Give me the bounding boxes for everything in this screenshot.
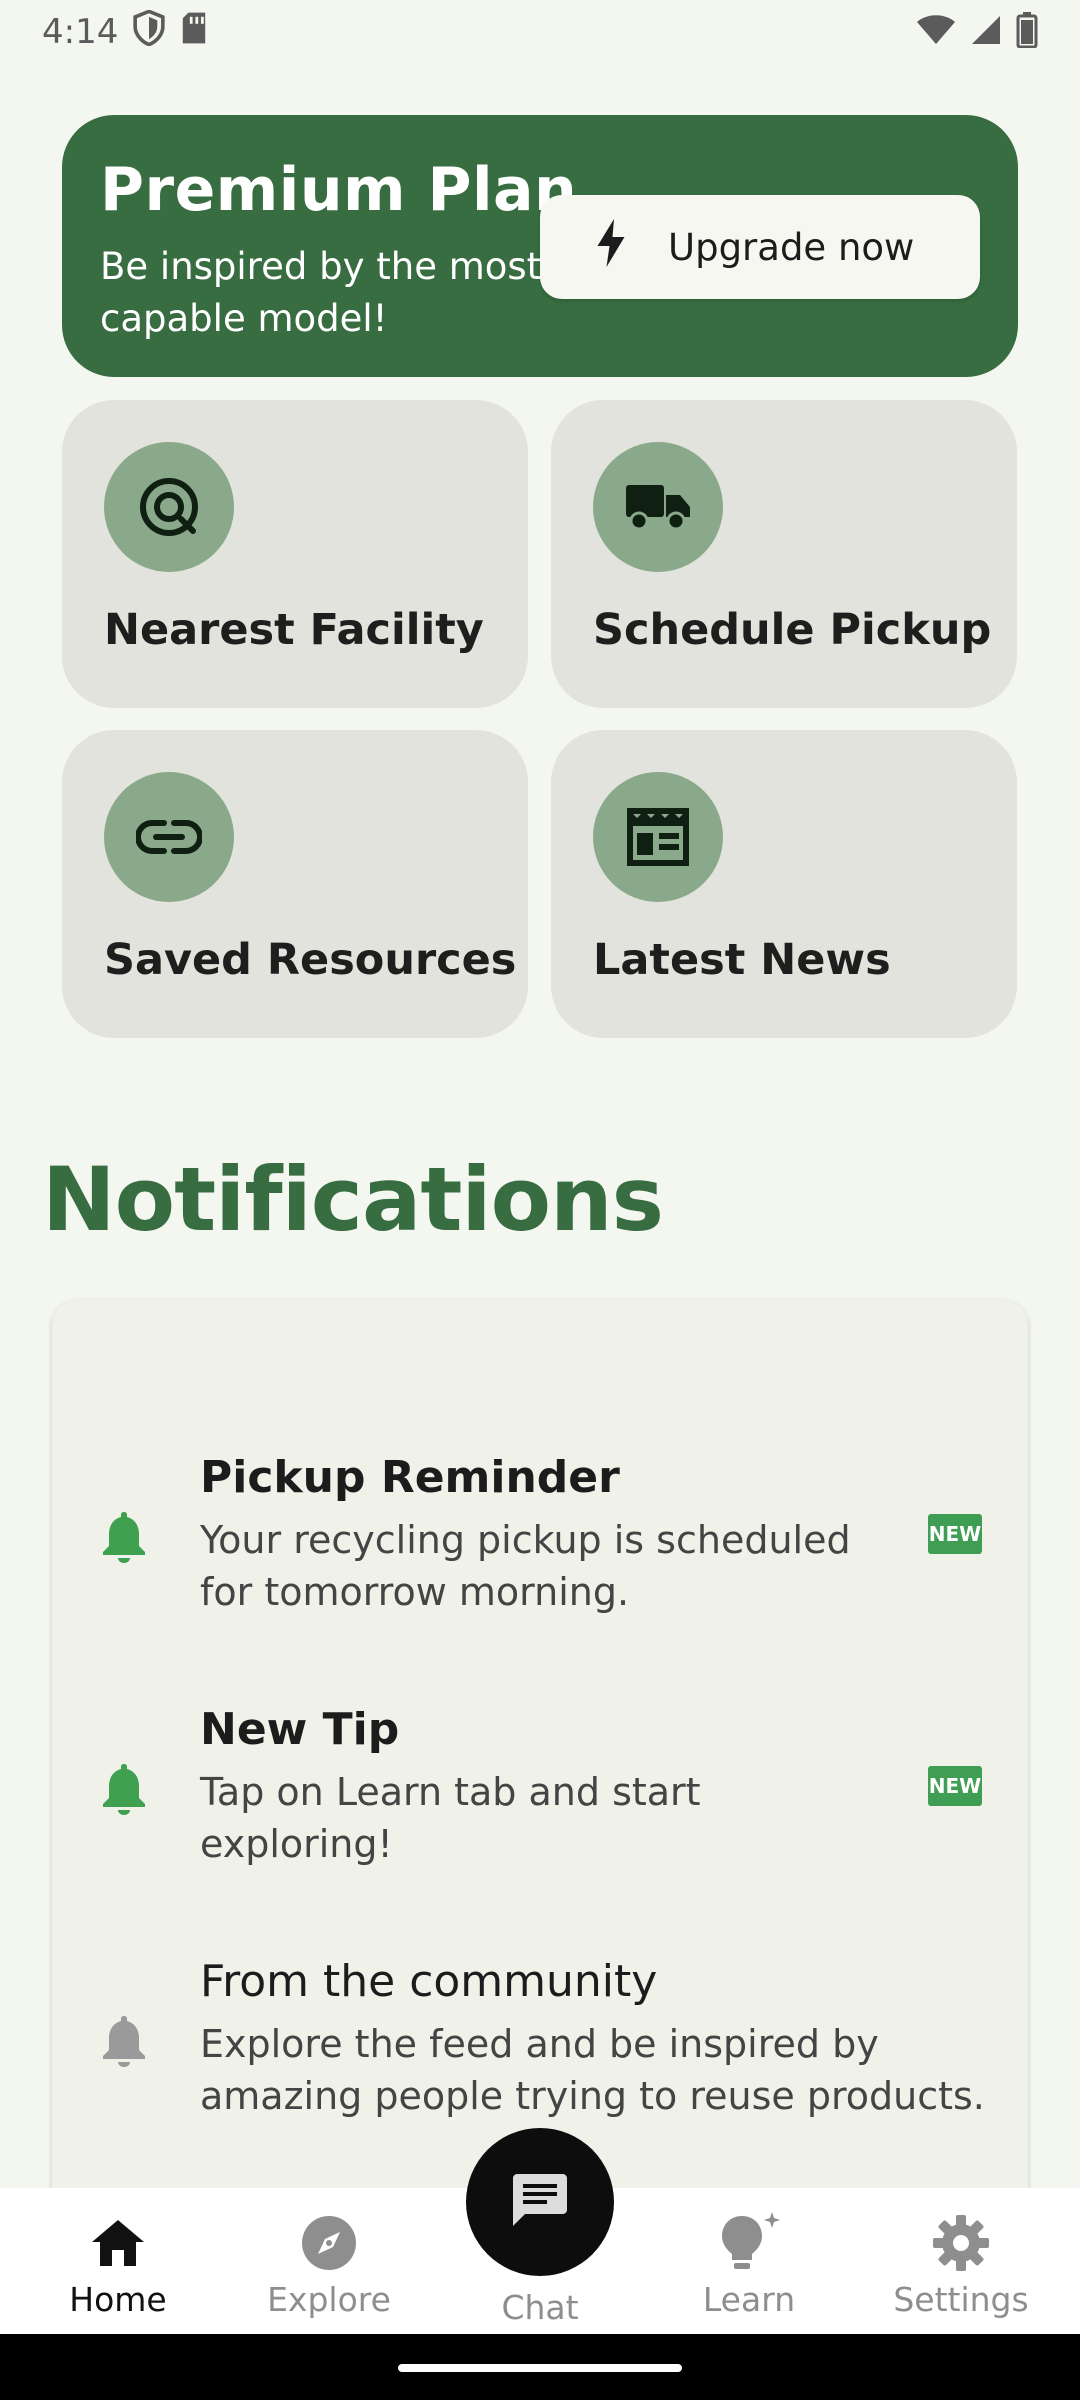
- new-badge: NEW: [928, 1514, 982, 1554]
- tile-label: Nearest Facility: [104, 605, 484, 655]
- nav-explore[interactable]: Explore: [221, 2188, 437, 2334]
- bell-icon: [100, 1510, 148, 1568]
- upgrade-now-label: Upgrade now: [668, 225, 915, 269]
- notification-item[interactable]: New Tip Tap on Learn tab and start explo…: [52, 1704, 1028, 1904]
- newspaper-icon: [593, 772, 723, 902]
- notification-body: Tap on Learn tab and start exploring!: [200, 1770, 701, 1866]
- tile-label: Schedule Pickup: [593, 605, 992, 655]
- status-time: 4:14: [42, 12, 119, 52]
- nav-label: Learn: [702, 2280, 796, 2319]
- notification-body: Explore the feed and be inspired by amaz…: [200, 2022, 985, 2118]
- nav-settings[interactable]: Settings: [853, 2188, 1069, 2334]
- nav-home[interactable]: Home: [10, 2188, 226, 2334]
- premium-banner: Premium Plan Be inspired by the most-cap…: [62, 115, 1018, 377]
- tile-saved-resources[interactable]: Saved Resources: [62, 730, 528, 1038]
- home-gesture-handle[interactable]: [398, 2364, 682, 2372]
- chat-icon: [511, 2172, 569, 2232]
- nav-label: Settings: [893, 2280, 1029, 2319]
- new-badge: NEW: [928, 1766, 982, 1806]
- link-icon: [104, 772, 234, 902]
- tile-latest-news[interactable]: Latest News: [551, 730, 1017, 1038]
- chat-button[interactable]: [466, 2128, 614, 2276]
- upgrade-now-button[interactable]: Upgrade now: [540, 195, 980, 299]
- notification-title: Pickup Reminder: [200, 1452, 620, 1503]
- truck-icon: [593, 442, 723, 572]
- shield-icon: [132, 8, 166, 55]
- status-bar: 4:14: [0, 0, 1080, 64]
- nav-chat-label[interactable]: Chat: [440, 2288, 640, 2327]
- premium-subtitle: Be inspired by the most-capable model!: [100, 245, 555, 340]
- compass-icon: [300, 2210, 358, 2276]
- notification-body: Your recycling pickup is scheduled for t…: [200, 1518, 851, 1614]
- nav-learn[interactable]: Learn: [641, 2188, 857, 2334]
- notification-item[interactable]: From the community Explore the feed and …: [52, 1956, 1028, 2156]
- bell-icon: [100, 1762, 148, 1820]
- tile-schedule-pickup[interactable]: Schedule Pickup: [551, 400, 1017, 708]
- wifi-icon: [916, 14, 956, 50]
- location-target-icon: [104, 442, 234, 572]
- home-icon: [90, 2210, 146, 2276]
- signal-icon: [970, 14, 1002, 50]
- notification-title: From the community: [200, 1956, 658, 2007]
- bell-icon: [100, 2014, 148, 2072]
- notification-title: New Tip: [200, 1704, 400, 1755]
- nav-label: Explore: [267, 2280, 391, 2319]
- battery-icon: [1016, 12, 1038, 52]
- notifications-heading: Notifications: [42, 1148, 664, 1251]
- tile-nearest-facility[interactable]: Nearest Facility: [62, 400, 528, 708]
- bolt-icon: [596, 218, 626, 276]
- nav-label: Home: [69, 2280, 167, 2319]
- tile-label: Saved Resources: [104, 935, 517, 985]
- gear-icon: [932, 2210, 990, 2276]
- notification-item[interactable]: Pickup Reminder Your recycling pickup is…: [52, 1452, 1028, 1652]
- lightbulb-icon: [714, 2210, 784, 2276]
- sim-card-icon: [180, 11, 208, 54]
- gesture-bar: [0, 2334, 1080, 2400]
- tile-label: Latest News: [593, 935, 891, 985]
